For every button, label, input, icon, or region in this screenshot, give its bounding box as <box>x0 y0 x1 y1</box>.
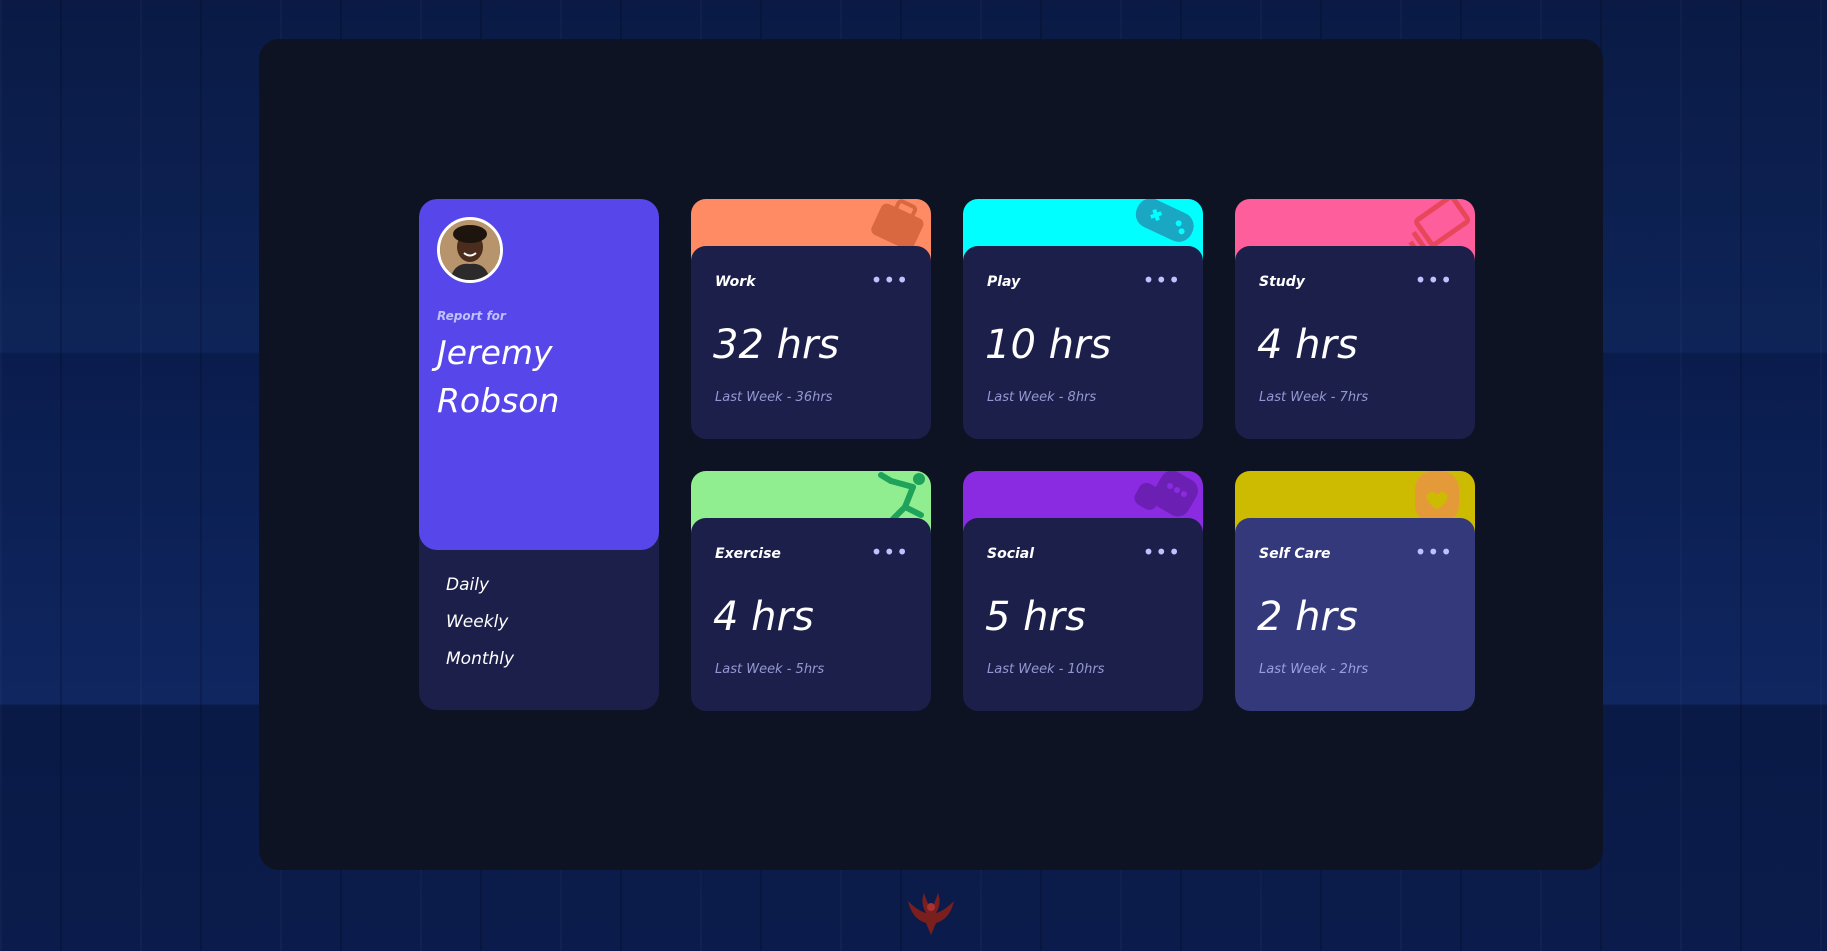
more-options-button[interactable]: ••• <box>1143 542 1181 562</box>
card-self-care[interactable]: Self Care ••• 2 hrs Last Week - 2hrs <box>1235 471 1475 711</box>
card-title: Play <box>987 274 1021 290</box>
card-previous: Last Week - 7hrs <box>1259 390 1369 405</box>
card-play[interactable]: Play ••• 10 hrs Last Week - 8hrs <box>963 199 1203 439</box>
more-options-button[interactable]: ••• <box>1415 542 1453 562</box>
card-previous: Last Week - 10hrs <box>987 662 1105 677</box>
card-title: Self Care <box>1259 546 1331 562</box>
card-hours: 4 hrs <box>713 594 814 640</box>
card-hours: 10 hrs <box>985 322 1112 368</box>
card-title: Exercise <box>715 546 781 562</box>
card-hours: 32 hrs <box>713 322 840 368</box>
user-name: Jeremy Robson <box>437 333 560 420</box>
card-exercise[interactable]: Exercise ••• 4 hrs Last Week - 5hrs <box>691 471 931 711</box>
more-options-button[interactable]: ••• <box>871 270 909 290</box>
card-body: Social ••• 5 hrs Last Week - 10hrs <box>963 518 1203 711</box>
card-title: Study <box>1259 274 1305 290</box>
period-monthly[interactable]: Monthly <box>446 649 514 669</box>
card-previous: Last Week - 8hrs <box>987 390 1097 405</box>
card-body: Work ••• 32 hrs Last Week - 36hrs <box>691 246 931 439</box>
more-options-button[interactable]: ••• <box>1415 270 1453 290</box>
card-body: Self Care ••• 2 hrs Last Week - 2hrs <box>1235 518 1475 711</box>
profile-header: Report for Jeremy Robson <box>419 199 659 550</box>
period-weekly[interactable]: Weekly <box>446 612 514 632</box>
period-daily[interactable]: Daily <box>446 575 514 595</box>
card-body: Study ••• 4 hrs Last Week - 7hrs <box>1235 246 1475 439</box>
period-selector: Daily Weekly Monthly <box>446 575 514 686</box>
card-previous: Last Week - 2hrs <box>1259 662 1369 677</box>
more-options-button[interactable]: ••• <box>871 542 909 562</box>
card-social[interactable]: Social ••• 5 hrs Last Week - 10hrs <box>963 471 1203 711</box>
card-study[interactable]: Study ••• 4 hrs Last Week - 7hrs <box>1235 199 1475 439</box>
card-title: Work <box>715 274 756 290</box>
phoenix-logo-icon <box>908 893 954 935</box>
card-previous: Last Week - 36hrs <box>715 390 833 405</box>
more-options-button[interactable]: ••• <box>1143 270 1181 290</box>
card-work[interactable]: Work ••• 32 hrs Last Week - 36hrs <box>691 199 931 439</box>
avatar <box>437 217 503 283</box>
card-title: Social <box>987 546 1035 562</box>
card-hours: 2 hrs <box>1257 594 1358 640</box>
card-previous: Last Week - 5hrs <box>715 662 825 677</box>
card-hours: 5 hrs <box>985 594 1086 640</box>
profile-card: Report for Jeremy Robson Daily Weekly Mo… <box>419 199 659 710</box>
card-body: Exercise ••• 4 hrs Last Week - 5hrs <box>691 518 931 711</box>
card-hours: 4 hrs <box>1257 322 1358 368</box>
card-body: Play ••• 10 hrs Last Week - 8hrs <box>963 246 1203 439</box>
report-for-label: Report for <box>437 309 506 323</box>
